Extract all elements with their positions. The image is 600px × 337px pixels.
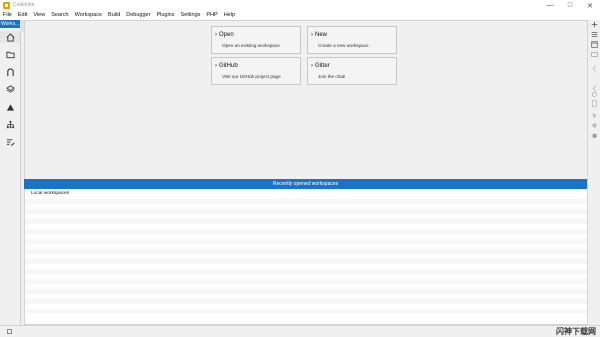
list-stripe bbox=[25, 259, 587, 264]
menu-help[interactable]: Help bbox=[221, 11, 238, 20]
workspace-tab[interactable]: Works... bbox=[0, 20, 20, 28]
menu-debugger[interactable]: Debugger bbox=[123, 11, 153, 20]
menu-file[interactable]: File bbox=[0, 11, 15, 20]
github-card-subtitle: Visit our GitHub project page bbox=[222, 74, 281, 79]
right-toolbar bbox=[588, 20, 600, 337]
new-card-title-text: New bbox=[315, 32, 328, 38]
new-card-subtitle: Create a new workspace bbox=[318, 43, 369, 48]
recent-workspaces-list[interactable]: Local workspaces bbox=[25, 189, 587, 324]
list-stripe bbox=[25, 299, 587, 304]
local-workspaces-label: Local workspaces bbox=[31, 191, 70, 196]
gitter-card-title-text: Gitter bbox=[315, 63, 330, 69]
magnet-icon[interactable] bbox=[4, 66, 16, 78]
list-stripe bbox=[25, 279, 587, 284]
list-stripe bbox=[25, 239, 587, 244]
chevron-right-icon: › bbox=[311, 63, 313, 69]
list-stripe bbox=[25, 209, 587, 214]
list-stripe bbox=[25, 219, 587, 224]
window-title: Codelobe bbox=[13, 2, 35, 8]
open-card-subtitle: Open an existing workspace bbox=[222, 43, 280, 48]
list-stripe bbox=[25, 309, 587, 314]
menu-bar: File Edit View Search Workspace Build De… bbox=[0, 11, 600, 20]
edit-list-icon[interactable] bbox=[4, 136, 16, 148]
layers-icon[interactable] bbox=[4, 83, 16, 95]
folder-icon[interactable] bbox=[4, 48, 16, 60]
gitter-card[interactable]: › Gitter Join the chat! bbox=[307, 57, 397, 85]
minimize-button[interactable]: — bbox=[540, 0, 560, 11]
menu-edit[interactable]: Edit bbox=[15, 11, 30, 20]
panel-toggle-icon[interactable] bbox=[7, 329, 12, 334]
stop-icon[interactable] bbox=[590, 121, 598, 129]
menu-workspace[interactable]: Workspace bbox=[72, 11, 105, 20]
open-card-title-text: Open bbox=[219, 32, 234, 38]
gitter-card-title: › Gitter bbox=[311, 63, 330, 69]
play-icon[interactable] bbox=[590, 111, 598, 119]
menu-build[interactable]: Build bbox=[105, 11, 123, 20]
github-card-title-text: GitHub bbox=[219, 63, 238, 69]
chevron-right-icon: › bbox=[311, 32, 313, 38]
list-stripe bbox=[25, 269, 587, 274]
menu-view[interactable]: View bbox=[30, 11, 48, 20]
menu-search[interactable]: Search bbox=[48, 11, 71, 20]
menu-php[interactable]: PHP bbox=[203, 11, 220, 20]
list-stripe bbox=[25, 289, 587, 294]
bug-icon[interactable] bbox=[590, 131, 598, 139]
home-icon[interactable] bbox=[0, 31, 20, 43]
maximize-button[interactable]: □ bbox=[560, 0, 580, 11]
new-card-title: › New bbox=[311, 32, 327, 38]
list-stripe bbox=[25, 199, 587, 204]
collapse-icon[interactable] bbox=[590, 50, 598, 58]
triangle-icon[interactable] bbox=[4, 101, 16, 113]
list-stripe bbox=[25, 229, 587, 234]
new-workspace-card[interactable]: › New Create a new workspace bbox=[307, 26, 397, 54]
chevron-right-icon: › bbox=[215, 63, 217, 69]
gitter-card-subtitle: Join the chat! bbox=[318, 74, 346, 79]
open-workspace-card[interactable]: › Open Open an existing workspace bbox=[211, 26, 301, 54]
menu-settings[interactable]: Settings bbox=[178, 11, 204, 20]
menu-plugins[interactable]: Plugins bbox=[153, 11, 177, 20]
left-sidebar: Works... bbox=[0, 20, 21, 337]
plus-icon[interactable] bbox=[590, 20, 598, 28]
list-stripe bbox=[25, 249, 587, 254]
github-card-title: › GitHub bbox=[215, 63, 238, 69]
list-icon[interactable] bbox=[590, 30, 598, 38]
sitemap-icon[interactable] bbox=[4, 118, 16, 130]
close-button[interactable]: ✕ bbox=[580, 0, 600, 11]
status-bar: 闪神下载网 bbox=[0, 325, 600, 337]
open-card-title: › Open bbox=[215, 32, 234, 38]
record-icon[interactable] bbox=[590, 90, 598, 98]
app-logo-icon bbox=[3, 2, 10, 9]
title-bar: Codelobe — □ ✕ bbox=[0, 0, 600, 11]
file-icon[interactable] bbox=[590, 99, 598, 107]
recent-workspaces-header: Recently opened workspaces bbox=[24, 179, 587, 189]
github-card[interactable]: › GitHub Visit our GitHub project page bbox=[211, 57, 301, 85]
window-controls: — □ ✕ bbox=[540, 0, 600, 11]
chevron-right-icon: › bbox=[215, 32, 217, 38]
watermark: 闪神下载网 bbox=[556, 327, 596, 336]
window-icon[interactable] bbox=[590, 40, 598, 48]
back-icon[interactable] bbox=[590, 64, 598, 72]
